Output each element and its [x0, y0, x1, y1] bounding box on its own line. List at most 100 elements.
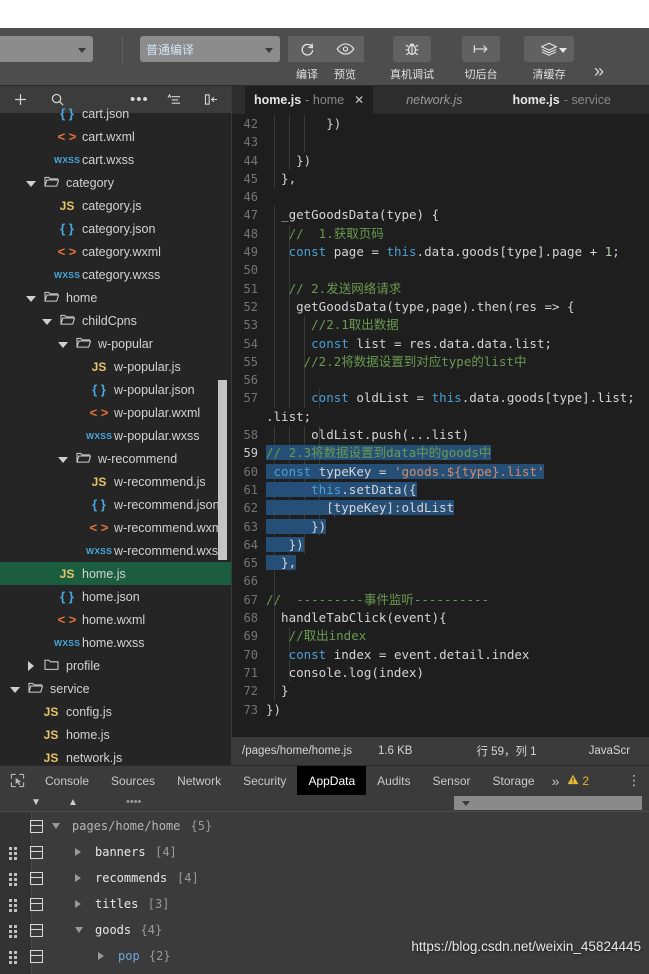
drag-handle-icon[interactable]	[9, 950, 18, 964]
code-line[interactable]: 51 // 2.发送网络请求	[232, 279, 649, 298]
drag-handle-icon[interactable]	[9, 898, 18, 912]
tree-file-w-popular.json[interactable]: { } w-popular.json	[0, 378, 232, 401]
tree-folder-profile[interactable]: profile	[0, 654, 232, 677]
code-line[interactable]: 52 getGoodsData(type,page).then(res => {	[232, 297, 649, 317]
copy-icon[interactable]	[30, 897, 43, 911]
code-line[interactable]: 68 handleTabClick(event){	[232, 609, 649, 628]
tree-file-w-popular.js[interactable]: JS w-popular.js	[0, 355, 232, 378]
code-line[interactable]: 48 // 1.获取页码	[232, 224, 649, 244]
mode-select[interactable]: 式	[0, 36, 93, 62]
tree-file-network.js[interactable]: JS network.js	[0, 746, 232, 765]
tree-folder-childCpns[interactable]: childCpns	[0, 309, 232, 332]
drag-handle-icon[interactable]	[9, 872, 18, 886]
code-content[interactable]: 42 }) 43 44 }) 45 }, 46 47 _getGoodsData(type…	[232, 114, 649, 765]
devtools-tab-storage[interactable]: Storage	[482, 766, 546, 795]
appdata-row[interactable]: recommends [4]	[0, 865, 649, 891]
chevron-down-icon[interactable]	[52, 823, 60, 829]
file-tree[interactable]: { } cart.json < > cart.wxml WXSS cart.wxss cat…	[0, 102, 232, 765]
tree-file-home.js[interactable]: JS home.js	[0, 562, 232, 585]
appdata-row[interactable]: titles [3]	[0, 891, 649, 917]
tree-file-category.wxss[interactable]: WXSS category.wxss	[0, 263, 232, 286]
tree-file-category.wxml[interactable]: < > category.wxml	[0, 240, 232, 263]
tree-folder-home[interactable]: home	[0, 286, 232, 309]
cursor-select-icon[interactable]	[0, 773, 34, 788]
chevron-down-icon[interactable]	[26, 293, 36, 303]
tree-file-w-recommend.wxss[interactable]: WXSS w-recommend.wxss	[0, 539, 232, 562]
appdata-row[interactable]: new{2}	[0, 969, 649, 974]
chevron-down-icon[interactable]	[42, 316, 52, 326]
chevron-down-icon[interactable]	[58, 339, 68, 349]
preview-button[interactable]: 预览	[326, 36, 364, 82]
code-line[interactable]: 69 //取出index	[232, 627, 649, 646]
explorer-scrollbar[interactable]	[218, 380, 227, 560]
tree-file-home.wxml[interactable]: < > home.wxml	[0, 608, 232, 631]
appdata-row[interactable]: banners [4]	[0, 839, 649, 865]
drag-handle-icon[interactable]	[9, 846, 18, 860]
tree-file-w-popular.wxml[interactable]: < > w-popular.wxml	[0, 401, 232, 424]
compile-button[interactable]: 编译	[288, 36, 326, 82]
code-line[interactable]: 53 //2.1取出数据	[232, 316, 649, 335]
code-line[interactable]: 73})	[232, 701, 649, 719]
editor-tab-0[interactable]: home.js - home ✕	[245, 86, 374, 114]
switch-background-button[interactable]: 切后台	[462, 36, 500, 82]
tree-folder-w-popular[interactable]: w-popular	[0, 332, 232, 355]
editor-tab-1[interactable]: network.js	[397, 86, 471, 114]
code-line[interactable]: 44 })	[232, 151, 649, 170]
devtools-tab-appdata[interactable]: AppData	[297, 766, 367, 795]
code-line[interactable]: 70 const index = event.detail.index	[232, 645, 649, 664]
tree-file-cart.json[interactable]: { } cart.json	[0, 102, 232, 125]
copy-icon[interactable]	[30, 819, 43, 833]
copy-icon[interactable]	[30, 871, 43, 885]
tree-file-w-popular.wxss[interactable]: WXSS w-popular.wxss	[0, 424, 232, 447]
devtools-tab-bar[interactable]: Console Sources Network Security AppData Audi…	[0, 766, 649, 795]
collapse-all-icon[interactable]: ▼	[31, 797, 41, 808]
code-line[interactable]: 46	[232, 188, 649, 206]
tree-file-home.json[interactable]: { } home.json	[0, 585, 232, 608]
tree-file-cart.wxss[interactable]: WXSS cart.wxss	[0, 148, 232, 171]
warning-badge[interactable]: 2	[567, 774, 589, 788]
drag-handle-icon[interactable]	[9, 924, 18, 938]
tree-file-cart.wxml[interactable]: < > cart.wxml	[0, 125, 232, 148]
appdata-page-select[interactable]	[454, 796, 642, 810]
tree-file-w-recommend.js[interactable]: JS w-recommend.js	[0, 470, 232, 493]
editor-tab-bar[interactable]: home.js - home ✕ network.js home.js - service	[232, 86, 649, 114]
code-line[interactable]: 59 // 2.3将数据设置到data中的goods中	[232, 444, 649, 463]
tree-file-home.js[interactable]: JS home.js	[0, 723, 232, 746]
code-line[interactable]: 42 })	[232, 115, 649, 134]
code-line[interactable]: 63 })	[232, 517, 649, 536]
expand-all-icon[interactable]: ▲	[68, 797, 78, 808]
chevron-right-icon[interactable]	[26, 660, 36, 671]
code-line[interactable]: 49 const page = this.data.goods[type].pa…	[232, 243, 649, 262]
appdata-row[interactable]: pages/home/home {5}	[0, 813, 649, 839]
code-line[interactable]: 65 },	[232, 554, 649, 573]
devtools-menu-button[interactable]: ⋮	[627, 772, 641, 789]
devtools-tab-security[interactable]: Security	[232, 766, 297, 795]
chevron-right-icon[interactable]	[75, 848, 81, 856]
compile-mode-select[interactable]: 普通编译	[140, 36, 280, 62]
code-line[interactable]: 47 _getGoodsData(type) {	[232, 206, 649, 225]
chevron-down-icon[interactable]	[26, 178, 36, 188]
code-line[interactable]: 57 const oldList = this.data.goods[type]…	[232, 389, 649, 408]
toolbar-overflow-button[interactable]: »	[594, 62, 604, 80]
devtools-tab-console[interactable]: Console	[34, 766, 100, 795]
chevron-down-icon[interactable]	[75, 927, 83, 933]
chevron-down-icon[interactable]	[58, 454, 68, 464]
tree-file-home.wxss[interactable]: WXSS home.wxss	[0, 631, 232, 654]
code-line[interactable]: 54 const list = res.data.data.list;	[232, 334, 649, 353]
tree-file-category.js[interactable]: JS category.js	[0, 194, 232, 217]
code-line[interactable]: 45 },	[232, 169, 649, 189]
code-line[interactable]: 67 // ---------事件监听----------	[232, 590, 649, 610]
copy-icon[interactable]	[30, 923, 43, 937]
copy-icon[interactable]	[30, 845, 43, 859]
chevron-right-icon[interactable]	[75, 900, 81, 908]
tree-file-category.json[interactable]: { } category.json	[0, 217, 232, 240]
chevron-down-icon[interactable]	[10, 684, 20, 694]
real-device-debug-button[interactable]: 真机调试	[390, 36, 434, 82]
chevron-right-icon[interactable]	[75, 874, 81, 882]
code-line[interactable]: 62 [typeKey]:oldList	[232, 499, 649, 518]
chevron-right-icon[interactable]	[98, 952, 104, 960]
devtools-tab-network[interactable]: Network	[166, 766, 232, 795]
devtools-tab-audits[interactable]: Audits	[366, 766, 421, 795]
status-language[interactable]: JavaScr	[589, 745, 631, 757]
tree-file-w-recommend.wxml[interactable]: < > w-recommend.wxml	[0, 516, 232, 539]
